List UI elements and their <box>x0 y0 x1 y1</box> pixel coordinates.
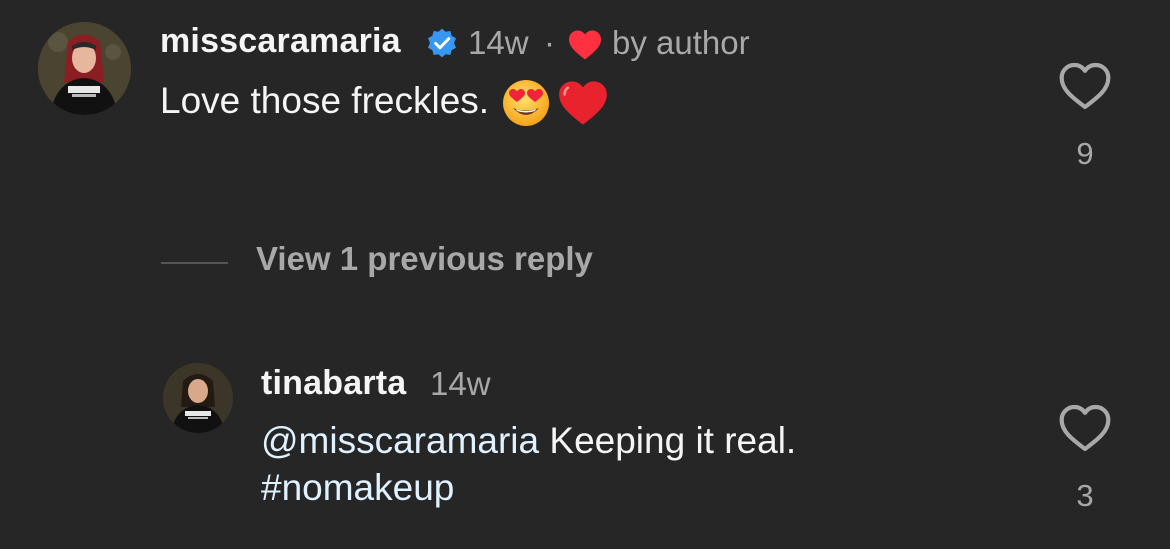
reply-timestamp: 14w <box>430 365 491 402</box>
like-heart-icon[interactable] <box>1057 60 1113 112</box>
red-heart-emoji-icon <box>559 81 607 125</box>
avatar[interactable] <box>38 22 131 115</box>
verified-badge-icon <box>428 28 456 58</box>
reply-text: Keeping it real. <box>539 420 797 461</box>
reply-body: @misscaramaria Keeping it real. <box>261 417 796 464</box>
reply-body-line2: #nomakeup <box>261 464 454 511</box>
replies-divider <box>161 262 228 264</box>
reply-username[interactable]: tinabarta <box>261 364 406 403</box>
comment-body: Love those freckles. <box>160 77 609 128</box>
reply-like-heart-icon[interactable] <box>1057 402 1113 454</box>
mention-link[interactable]: @misscaramaria <box>261 420 539 461</box>
meta-separator: · <box>544 24 555 61</box>
like-count: 9 <box>1076 136 1094 171</box>
view-previous-replies-button[interactable]: View 1 previous reply <box>256 240 593 278</box>
comment-username[interactable]: misscaramaria <box>160 22 401 61</box>
hashtag-link[interactable]: #nomakeup <box>261 467 454 508</box>
heart-eyes-emoji-icon <box>503 80 550 127</box>
author-liked-heart-icon <box>569 30 601 60</box>
comment-text: Love those freckles. <box>160 80 490 121</box>
comment-timestamp: 14w <box>468 24 529 61</box>
comments-thread: misscaramaria 14w · by author Love those… <box>0 0 1170 549</box>
liked-by-author-label: by author <box>612 24 750 61</box>
reply-avatar[interactable] <box>163 363 233 433</box>
reply-like-count: 3 <box>1076 478 1094 513</box>
